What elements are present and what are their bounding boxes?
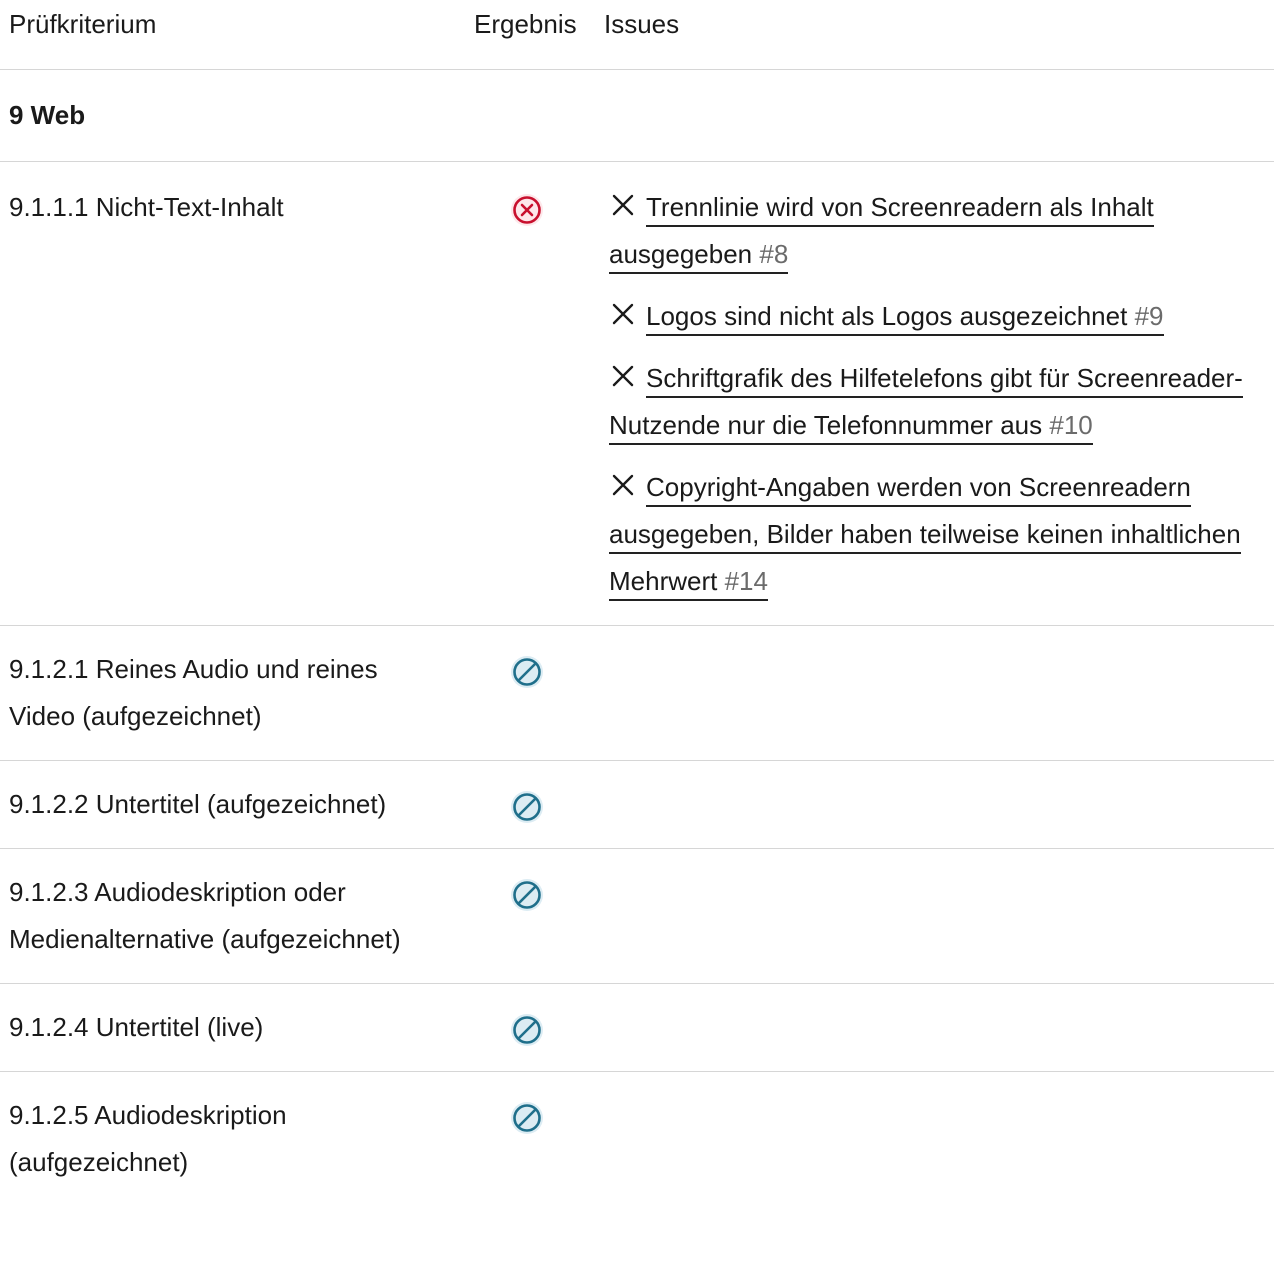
criterion-label: 9.1.2.2 Untertitel (aufgezeichnet): [9, 789, 387, 819]
issue-link[interactable]: Copyright-Angaben werden von Screenreade…: [609, 472, 1241, 601]
criterion-label: 9.1.2.4 Untertitel (live): [9, 1012, 264, 1042]
section-title: 9 Web: [9, 100, 86, 130]
table-row: 9.1.2.1 Reines Audio und reines Video (a…: [0, 626, 1274, 761]
criterion-label: 9.1.2.5 Audiodeskription (aufgezeichnet): [9, 1100, 287, 1177]
issue-link[interactable]: Schriftgrafik des Hilfetelefons gibt für…: [609, 363, 1243, 445]
issue-link[interactable]: Trennlinie wird von Screenreadern als In…: [609, 192, 1154, 274]
close-icon: [609, 358, 637, 387]
list-item: Trennlinie wird von Screenreadern als In…: [609, 184, 1274, 278]
issue-number: #10: [1049, 410, 1093, 440]
issue-number: #8: [759, 239, 789, 269]
table-row: 9.1.2.4 Untertitel (live): [0, 984, 1274, 1072]
criterion-label: 9.1.2.1 Reines Audio und reines Video (a…: [9, 654, 378, 731]
close-icon: [609, 187, 637, 216]
table-row: 9.1.1.1 Nicht-Text-Inhalt Trennlinie wir…: [0, 162, 1274, 626]
criteria-table: Prüfkriterium Ergebnis Issues 9 Web 9.1.…: [0, 0, 1274, 1206]
table-row: 9.1.2.5 Audiodeskription (aufgezeichnet): [0, 1072, 1274, 1206]
result-cell: [466, 184, 596, 605]
close-icon: [609, 296, 637, 325]
circle-slash-icon: [509, 877, 545, 913]
result-cell: [466, 869, 596, 963]
circle-slash-icon: [509, 1100, 545, 1136]
result-cell: [466, 1092, 596, 1186]
close-icon: [609, 467, 637, 496]
criterion-label: 9.1.1.1 Nicht-Text-Inhalt: [9, 192, 284, 222]
column-header-issues: Issues: [604, 9, 680, 39]
result-cell: [466, 1004, 596, 1051]
list-item: Copyright-Angaben werden von Screenreade…: [609, 464, 1274, 605]
issue-link[interactable]: Logos sind nicht als Logos ausgezeichnet…: [646, 301, 1164, 336]
result-cell: [466, 781, 596, 828]
circle-slash-icon: [509, 654, 545, 690]
list-item: Logos sind nicht als Logos ausgezeichnet…: [609, 293, 1274, 340]
issue-number: #9: [1134, 301, 1164, 331]
issue-number: #14: [724, 566, 768, 596]
criterion-label: 9.1.2.3 Audiodeskription oder Medienalte…: [9, 877, 401, 954]
section-row: 9 Web: [0, 70, 1274, 162]
table-row: 9.1.2.2 Untertitel (aufgezeichnet): [0, 761, 1274, 849]
list-item: Schriftgrafik des Hilfetelefons gibt für…: [609, 355, 1274, 449]
circle-x-icon: [509, 192, 545, 228]
circle-slash-icon: [509, 789, 545, 825]
table-row: 9.1.2.3 Audiodeskription oder Medienalte…: [0, 849, 1274, 984]
column-header-criterion: Prüfkriterium: [9, 9, 157, 39]
circle-slash-icon: [509, 1012, 545, 1048]
issues-list: Trennlinie wird von Screenreadern als In…: [596, 184, 1274, 605]
table-header: Prüfkriterium Ergebnis Issues: [0, 0, 1274, 70]
column-header-result: Ergebnis: [474, 9, 577, 39]
result-cell: [466, 646, 596, 740]
